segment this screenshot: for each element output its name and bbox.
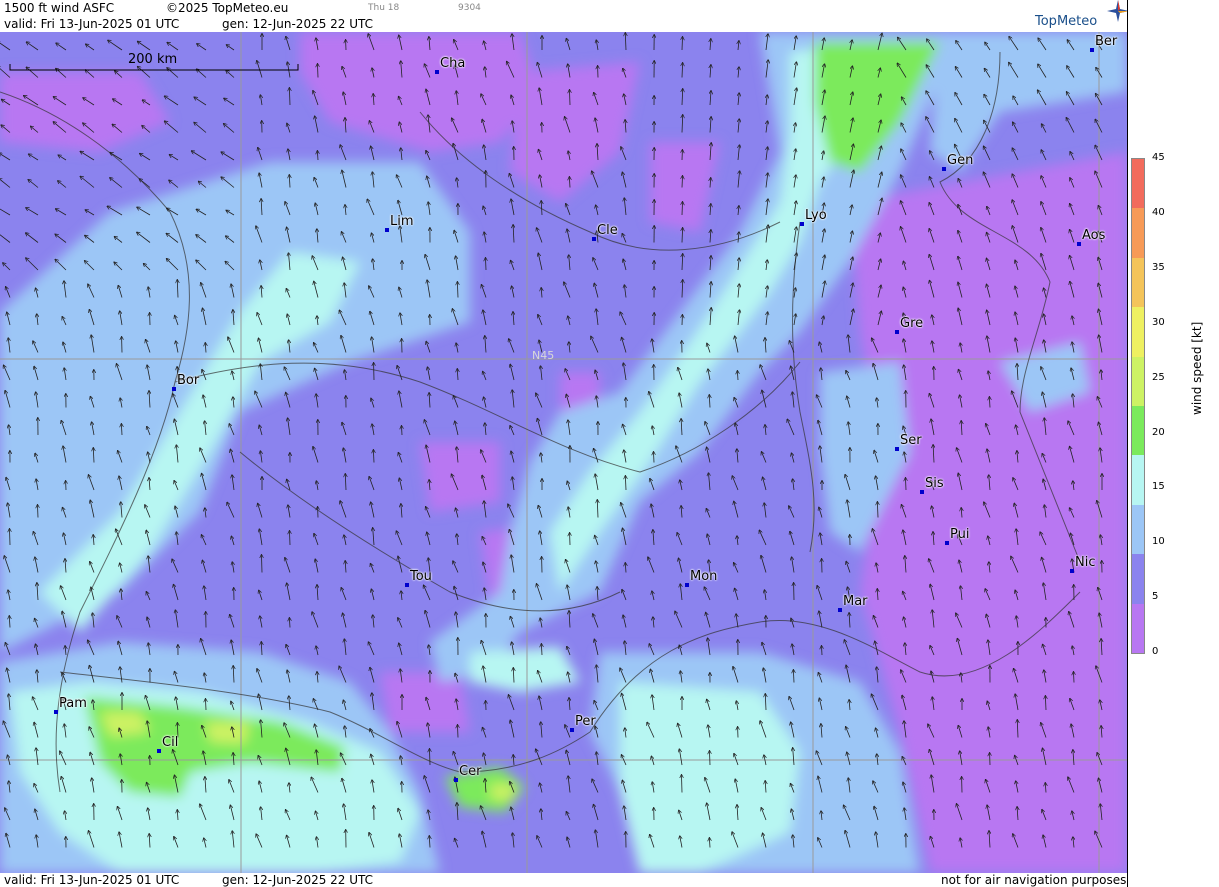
wind-arrow — [206, 699, 207, 711]
wind-arrow — [10, 529, 11, 546]
city-label: Bor — [177, 373, 200, 388]
city-dot — [1090, 48, 1094, 52]
city-label: Sis — [925, 476, 944, 491]
legend-color-segment — [1132, 504, 1144, 555]
city-dot — [920, 490, 924, 494]
city-dot — [1077, 242, 1081, 246]
wind-map[interactable]: N45 200 km Cha Ber Gen Lim Cle Lyo Aos G… — [0, 32, 1127, 873]
city-label: Lyo — [805, 208, 827, 223]
city-dot — [172, 387, 176, 391]
code-hint: 9304 — [458, 3, 481, 13]
logo-text: TopMeteo — [1035, 14, 1098, 29]
legend-tick-label: 10 — [1152, 536, 1165, 548]
topmeteo-logo: TopMeteo — [1035, 0, 1129, 29]
copyright: ©2025 TopMeteo.eu — [166, 1, 289, 15]
city-label: Cha — [440, 56, 466, 71]
city-dot — [435, 70, 439, 74]
legend-colorbar — [1131, 158, 1145, 654]
wind-arrow — [570, 90, 571, 106]
city-label: Aos — [1082, 228, 1106, 243]
wind-arrow — [682, 202, 683, 216]
legend-color-segment — [1132, 554, 1144, 604]
wind-arrow — [682, 775, 683, 793]
city-label: Mar — [843, 594, 868, 609]
legend-tick-label: 45 — [1152, 152, 1165, 163]
city-label: Mon — [690, 569, 718, 584]
city-label: Per — [575, 714, 596, 729]
lat-label: N45 — [532, 349, 554, 362]
city-label: Gre — [900, 316, 924, 331]
city-dot — [454, 778, 458, 782]
city-dot — [800, 222, 804, 226]
city-dot — [385, 228, 389, 232]
legend-color-segment — [1132, 356, 1144, 406]
legend-tick-label: 35 — [1152, 261, 1165, 273]
legend-tick-label: 5 — [1152, 591, 1159, 603]
city-label: Pam — [59, 696, 87, 711]
wind-arrow — [430, 749, 431, 766]
legend-color-segment — [1132, 159, 1144, 209]
legend-color-segment — [1132, 257, 1144, 308]
legend-title: wind speed [kt] — [1190, 321, 1204, 415]
legend-color-segment — [1132, 603, 1144, 653]
wind-arrow — [1074, 672, 1075, 683]
city-dot — [1070, 569, 1074, 573]
legend-tick-label: 20 — [1152, 426, 1165, 438]
compass-star-icon — [1107, 0, 1129, 22]
valid-time: valid: Fri 13-Jun-2025 01 UTC — [4, 17, 180, 31]
wind-arrow — [38, 505, 39, 518]
product-title: 1500 ft wind ASFC — [4, 1, 115, 15]
city-dot — [942, 167, 946, 171]
footer-disclaimer: not for air navigation purposes — [941, 873, 1127, 887]
legend-tick-label: 15 — [1152, 481, 1165, 493]
city-dot — [54, 710, 58, 714]
footer: valid: Fri 13-Jun-2025 01 UTC gen: 12-Ju… — [0, 873, 1219, 887]
legend-color-segment — [1132, 307, 1144, 357]
city-label: Ser — [900, 433, 922, 448]
city-dot — [405, 583, 409, 587]
legend-tick-label: 40 — [1152, 206, 1165, 218]
wind-arrow — [318, 64, 319, 78]
wind-arrow — [262, 555, 263, 573]
city-label: Ber — [1095, 34, 1118, 49]
city-label: Gen — [947, 153, 974, 168]
legend-tick-label: 30 — [1152, 316, 1165, 328]
legend-color-segment — [1132, 406, 1144, 456]
wind-speed-legend: 45 40 35 30 25 20 15 10 5 0 wind speed [kt] — [1127, 0, 1219, 887]
city-label: Pui — [950, 527, 970, 542]
wind-arrow — [682, 176, 683, 188]
legend-tick-label: 0 — [1152, 646, 1159, 658]
wind-arrow — [710, 751, 711, 766]
legend-tick-label: 25 — [1152, 371, 1165, 383]
wind-arrow — [290, 531, 291, 546]
wind-arrow — [822, 646, 823, 656]
city-dot — [838, 608, 842, 612]
city-label: Lim — [390, 214, 414, 229]
city-dot — [157, 749, 161, 753]
legend-color-segment — [1132, 455, 1144, 505]
city-label: Cer — [459, 764, 482, 779]
gen-time: gen: 12-Jun-2025 22 UTC — [222, 17, 374, 31]
wind-arrow — [682, 37, 683, 51]
city-label: Nic — [1075, 555, 1096, 570]
city-dot — [685, 583, 689, 587]
footer-valid: valid: Fri 13-Jun-2025 01 UTC — [4, 873, 180, 887]
city-label: Tou — [410, 569, 432, 584]
city-dot — [592, 237, 596, 241]
city-label: Cle — [597, 223, 618, 238]
day-hint: Thu 18 — [368, 3, 400, 13]
city-dot — [895, 447, 899, 451]
wind-arrow — [654, 452, 655, 463]
city-dot — [895, 330, 899, 334]
legend-color-segment — [1132, 208, 1144, 258]
city-label: Cil — [162, 735, 179, 750]
scale-bar-label: 200 km — [128, 52, 178, 67]
footer-gen: gen: 12-Jun-2025 22 UTC — [222, 873, 374, 887]
city-dot — [570, 728, 574, 732]
city-dot — [945, 541, 949, 545]
wind-arrow — [486, 258, 487, 271]
wind-arrow — [402, 426, 403, 436]
wind-arrow — [906, 478, 907, 491]
wind-arrow — [458, 725, 459, 738]
